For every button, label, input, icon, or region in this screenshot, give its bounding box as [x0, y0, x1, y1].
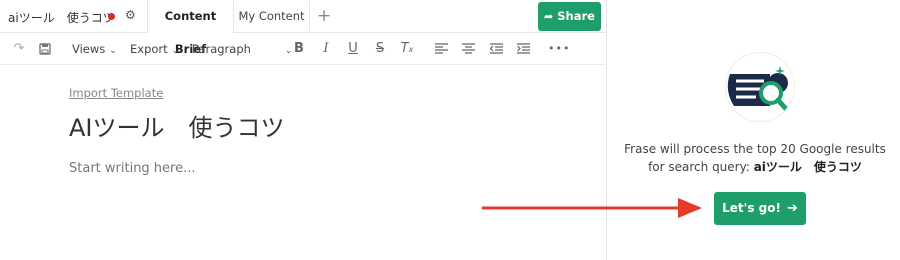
paragraph-style-select[interactable]: Paragraph ⌄: [192, 33, 292, 65]
italic-icon[interactable]: I: [318, 33, 334, 65]
outdent-icon[interactable]: [488, 33, 504, 65]
chevron-down-icon: ⌄: [171, 46, 180, 56]
import-template-link[interactable]: Import Template: [69, 86, 163, 100]
align-left-icon[interactable]: [433, 33, 449, 65]
editor-body-placeholder[interactable]: Start writing here...: [69, 161, 196, 176]
bold-icon[interactable]: B: [291, 33, 307, 65]
gear-icon[interactable]: ⚙: [125, 8, 136, 22]
formatting-toolbar: ↷ Views ⌄ Export ⌄ Paragraph ⌄ B I U S Tx •…: [0, 33, 607, 65]
add-tab-button[interactable]: +: [317, 6, 331, 26]
chevron-down-icon: ⌄: [109, 46, 117, 56]
share-button[interactable]: ➦ Share: [538, 2, 601, 31]
red-arrow-annotation-icon: [482, 198, 702, 218]
views-menu[interactable]: Views ⌄: [72, 33, 117, 65]
more-options-icon[interactable]: •••: [548, 33, 569, 65]
editor-panel: aiツール 使うコツ ⚙ Content Brief My Content + …: [0, 0, 607, 260]
frase-search-logo-icon: [725, 52, 795, 122]
tab-my-content[interactable]: My Content: [234, 0, 310, 33]
query-prefix: for search query:: [648, 160, 754, 174]
export-label: Export: [130, 42, 168, 56]
views-label: Views: [72, 42, 106, 56]
document-tab[interactable]: aiツール 使うコツ ⚙: [0, 0, 148, 33]
indent-icon[interactable]: [515, 33, 531, 65]
search-query: aiツール 使うコツ: [753, 160, 862, 174]
tab-content-brief[interactable]: Content Brief: [148, 0, 234, 56]
save-icon[interactable]: [36, 33, 54, 65]
export-menu[interactable]: Export ⌄: [130, 33, 179, 65]
document-heading[interactable]: AIツール 使うコツ: [69, 108, 285, 143]
underline-icon[interactable]: U: [345, 33, 361, 65]
unsaved-indicator-dot: [108, 13, 115, 20]
align-center-icon[interactable]: [460, 33, 476, 65]
clear-format-icon[interactable]: Tx: [399, 33, 415, 65]
share-label: Share: [557, 9, 595, 23]
share-arrow-icon: ➦: [544, 10, 554, 23]
lets-go-button[interactable]: Let's go! ➔: [714, 192, 806, 225]
brief-description-line2: for search query: aiツール 使うコツ: [612, 158, 898, 175]
paragraph-label: Paragraph: [192, 42, 251, 56]
document-title[interactable]: aiツール 使うコツ: [8, 9, 115, 26]
lets-go-label: Let's go!: [722, 201, 781, 215]
tab-bar: aiツール 使うコツ ⚙ Content Brief My Content + …: [0, 0, 607, 56]
redo-icon[interactable]: ↷: [10, 33, 28, 65]
strikethrough-icon[interactable]: S: [372, 33, 388, 65]
arrow-right-icon: ➔: [786, 201, 798, 216]
brief-description-line1: Frase will process the top 20 Google res…: [624, 142, 886, 156]
